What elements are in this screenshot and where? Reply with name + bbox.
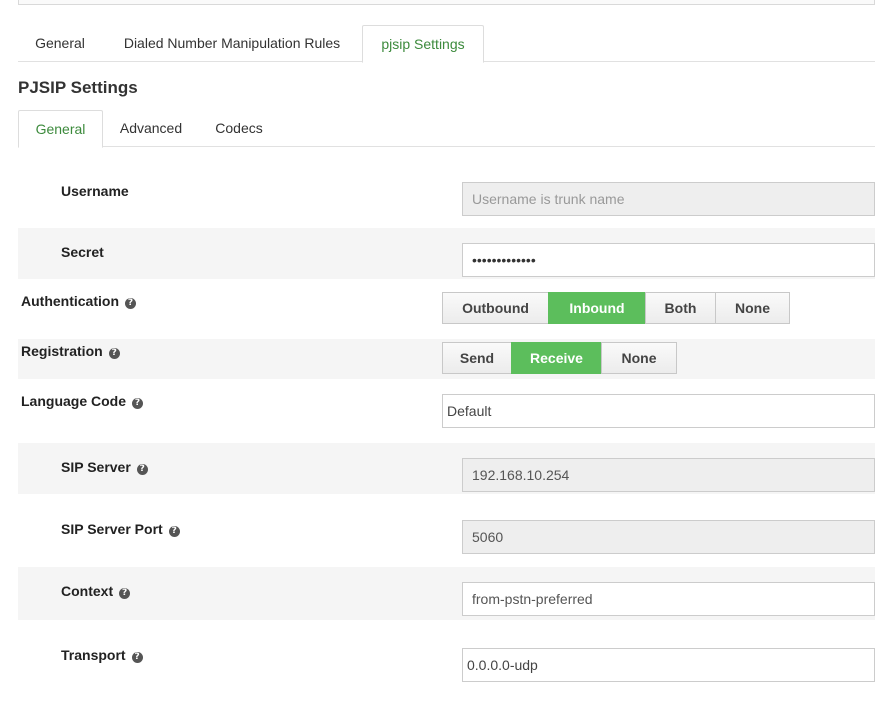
language-code-label: Language Code? (21, 393, 144, 409)
tab-dialed-number-manipulation-rules[interactable]: Dialed Number Manipulation Rules (103, 25, 361, 62)
transport-select[interactable]: 0.0.0.0-udp (462, 648, 875, 682)
language-code-select[interactable]: Default (442, 394, 875, 428)
sip-server-label-text: SIP Server (61, 459, 131, 475)
authentication-label: Authentication? (21, 293, 136, 309)
sip-server-field[interactable]: 192.168.10.254 (462, 458, 875, 492)
help-icon[interactable]: ? (168, 526, 180, 537)
tab-general[interactable]: General (18, 25, 102, 62)
authentication-label-text: Authentication (21, 293, 119, 309)
inner-tab-bar: General Advanced Codecs (18, 110, 875, 148)
context-label-text: Context (61, 583, 114, 599)
registration-none-button[interactable]: None (601, 342, 677, 374)
page-title: PJSIP Settings (18, 78, 138, 97)
tab-inner-advanced[interactable]: Advanced (104, 110, 198, 147)
context-field[interactable]: from-pstn-preferred (462, 582, 875, 616)
context-label: Context? (61, 583, 131, 599)
tab-inner-codecs[interactable]: Codecs (199, 110, 279, 147)
authentication-both-button[interactable]: Both (645, 292, 716, 324)
language-code-label-text: Language Code (21, 393, 127, 409)
outer-tab-bar: General Dialed Number Manipulation Rules… (18, 25, 875, 63)
help-icon[interactable]: ? (108, 348, 120, 359)
top-panel-edge (18, 0, 875, 5)
transport-label: Transport? (61, 647, 143, 663)
authentication-toggle: Outbound Inbound Both None (442, 292, 790, 324)
help-icon[interactable]: ? (132, 398, 144, 409)
transport-label-text: Transport (61, 647, 126, 663)
tab-inner-general[interactable]: General (18, 110, 103, 148)
sip-server-label: SIP Server? (61, 459, 148, 475)
help-icon[interactable]: ? (125, 298, 136, 309)
help-icon[interactable]: ? (119, 588, 131, 599)
authentication-inbound-button[interactable]: Inbound (548, 292, 646, 324)
registration-toggle: Send Receive None (442, 342, 677, 374)
authentication-none-button[interactable]: None (715, 292, 790, 324)
authentication-outbound-button[interactable]: Outbound (442, 292, 549, 324)
registration-receive-button[interactable]: Receive (511, 342, 602, 374)
help-icon[interactable]: ? (136, 464, 148, 475)
username-field[interactable]: Username is trunk name (462, 182, 875, 216)
username-label: Username (61, 183, 129, 199)
help-icon[interactable]: ? (131, 652, 143, 663)
registration-label-text: Registration (21, 343, 103, 359)
registration-send-button[interactable]: Send (442, 342, 512, 374)
secret-field[interactable]: ••••••••••••• (462, 243, 875, 277)
tab-pjsip-settings[interactable]: pjsip Settings (362, 25, 484, 63)
sip-server-port-label-text: SIP Server Port (61, 521, 163, 537)
registration-label: Registration? (21, 343, 120, 359)
sip-server-port-label: SIP Server Port? (61, 521, 180, 537)
sip-server-port-field[interactable]: 5060 (462, 520, 875, 554)
secret-label: Secret (61, 244, 104, 260)
